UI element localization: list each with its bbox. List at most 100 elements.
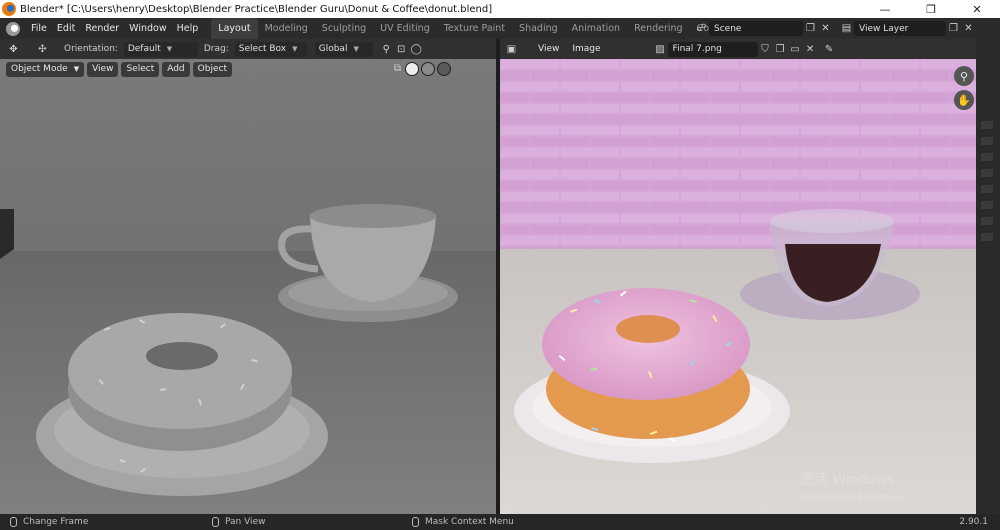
transform-value: Global [318,44,348,54]
viewport-menu-select[interactable]: Select [121,61,160,77]
drag-label: Drag: [203,44,229,54]
menu-help[interactable]: Help [172,18,204,39]
mode-dropdown[interactable]: Object Mode ▼ [6,61,85,77]
3d-viewport[interactable]: Object Mode ▼ View Select Add Object ⧉ [0,59,496,514]
chevron-down-icon: ▼ [73,65,80,73]
chevron-down-icon: ▼ [292,45,298,53]
view-layer-field[interactable]: View Layer [854,21,946,36]
pan-hand-icon[interactable]: ✋ [954,90,974,110]
mouse-left-icon [10,517,17,527]
mouse-right-icon [412,517,419,527]
viewport-menu-view[interactable]: View [87,61,119,77]
fake-user-icon[interactable]: ⛉ [758,42,773,57]
cup-rim [310,204,436,228]
unlink-image-icon[interactable]: ✕ [803,42,818,57]
donut-hole [616,315,680,343]
new-image-icon[interactable]: ❐ [773,42,788,57]
zoom-icon[interactable]: ⚲ [954,66,974,86]
scene-copy-icon[interactable]: ❐ [803,21,818,36]
tab-modeling[interactable]: Modeling [258,18,315,39]
pivot-icon[interactable]: ⚲ [379,42,394,57]
status-change-frame: Change Frame [23,517,89,527]
brick-wall [500,59,976,249]
menu-window[interactable]: Window [124,18,171,39]
view-layer-copy-icon[interactable]: ❐ [946,21,961,36]
blender-version: 2.90.1 [959,517,988,527]
scene-icon[interactable]: ☍ [694,21,709,36]
close-button[interactable]: ✕ [954,0,1000,18]
top-bar: File Edit Render Window Help Layout Mode… [0,18,1000,39]
status-pan-view: Pan View [225,517,266,527]
tab-sculpting[interactable]: Sculpting [315,18,373,39]
image-editor-viewport[interactable]: 激活 Windows 转到设置以激活 Windows。 ⚲ ✋ [500,59,976,514]
active-tool-icon[interactable]: ✥ [6,42,21,57]
viewport-menu-object[interactable]: Object [192,61,232,77]
donut-frosting [542,288,750,400]
viewport-header: Object Mode ▼ View Select Add Object [6,61,235,77]
glass-rim [770,209,894,233]
image-menu-image[interactable]: Image [567,42,605,57]
open-folder-icon[interactable]: ▭ [788,42,803,57]
mouse-middle-icon [212,517,219,527]
menu-render[interactable]: Render [80,18,124,39]
rendered-shading-icon[interactable] [437,61,451,76]
material-shading-icon[interactable] [421,61,435,76]
status-left: Change Frame [10,517,88,527]
window-title: Blender* [C:\Users\henry\Desktop\Blender… [20,3,493,15]
tab-texture-paint[interactable]: Texture Paint [437,18,512,39]
tab-layout[interactable]: Layout [211,18,258,39]
view-layer-icon[interactable]: ▤ [839,21,854,36]
sidebar-tab-strip[interactable] [981,113,993,243]
tab-uv-editing[interactable]: UV Editing [373,18,437,39]
status-mask-context: Mask Context Menu [425,517,514,527]
tool-settings-header: ✥ ✣ Orientation: Default ▼ Drag: Select … [0,39,496,59]
chevron-down-icon: ▼ [353,45,359,53]
blender-logo-icon[interactable] [6,21,20,36]
donut-icing [68,313,292,429]
transform-orientation-dropdown[interactable]: Global ▼ [314,41,373,57]
scene-selector-group: ☍ Scene ❐ ✕ ▤ View Layer ❐ ✕ [694,20,976,37]
image-name-field[interactable]: Final 7.png [667,41,758,57]
tab-animation[interactable]: Animation [565,18,627,39]
window-titlebar: Blender* [C:\Users\henry\Desktop\Blender… [0,0,1000,18]
editor-type-icon[interactable]: ▣ [504,42,519,57]
mode-value: Object Mode [11,64,68,74]
shading-mode-group: ⧉ [390,61,453,76]
drag-dropdown[interactable]: Select Box ▼ [234,41,307,57]
menu-edit[interactable]: Edit [52,18,80,39]
status-bar: Change Frame Pan View Mask Context Menu … [0,514,1000,530]
status-right: Mask Context Menu [412,517,514,527]
tab-shading[interactable]: Shading [512,18,565,39]
image-browse-icon[interactable]: ▨ [653,42,668,57]
status-middle: Pan View [212,517,265,527]
minimize-button[interactable]: — [862,0,908,18]
windows-watermark-title: 激活 Windows [800,471,895,488]
image-menu-view[interactable]: View [533,42,564,57]
windows-watermark-subtitle: 转到设置以激活 Windows。 [800,491,915,503]
scene-remove-icon[interactable]: ✕ [818,21,833,36]
solid-shading-icon[interactable] [405,61,419,76]
tab-rendering[interactable]: Rendering [627,18,690,39]
viewport-scene [0,204,458,496]
transform-gizmo-icon[interactable]: ✣ [35,42,50,57]
proportional-edit-icon[interactable]: ◯ [409,42,424,57]
drag-value: Select Box [238,44,287,54]
maximize-button[interactable]: ❐ [908,0,954,18]
chevron-down-icon: ▼ [166,45,173,53]
viewport-menu-add[interactable]: Add [162,61,190,77]
view-layer-remove-icon[interactable]: ✕ [961,21,976,36]
xray-icon[interactable]: ⧉ [390,61,405,76]
orientation-dropdown[interactable]: Default ▼ [123,41,198,57]
right-sidebar-tabs [976,39,1000,514]
pin-icon[interactable]: ✎ [822,42,837,57]
workspace-tabs: Layout Modeling Sculpting UV Editing Tex… [211,18,742,39]
snap-icon[interactable]: ⊡ [394,42,409,57]
rendered-image: 激活 Windows 转到设置以激活 Windows。 [500,59,976,514]
orientation-value: Default [127,44,161,54]
orientation-label: Orientation: [64,44,118,54]
scene-shadow-left [0,209,14,259]
blender-app-icon [2,2,16,16]
image-editor-toggle-icon[interactable] [980,43,996,57]
scene-name-field[interactable]: Scene [709,21,803,36]
menu-file[interactable]: File [26,18,52,39]
